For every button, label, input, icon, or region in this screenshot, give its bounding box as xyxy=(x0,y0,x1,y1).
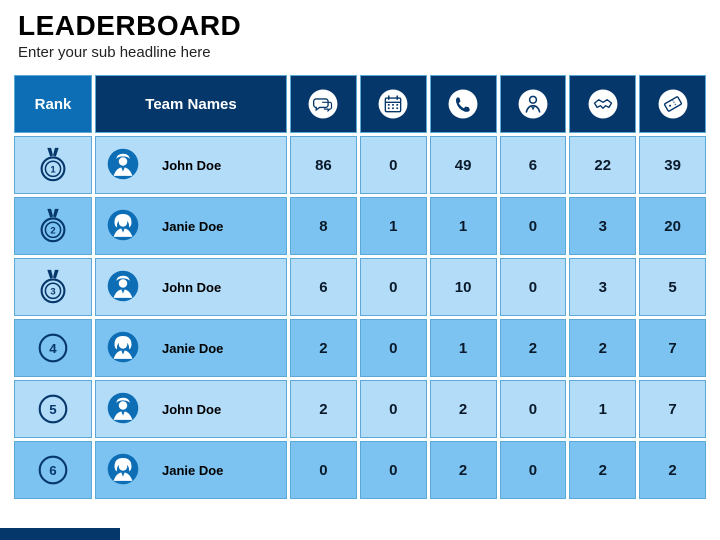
rank-cell: 3 xyxy=(14,258,92,316)
table-row: 3 John Doe 6010035 xyxy=(14,258,706,316)
value-cell: 0 xyxy=(290,441,357,499)
calendar-icon xyxy=(376,87,410,121)
value-cell: 2 xyxy=(290,380,357,438)
value-cell: 49 xyxy=(430,136,497,194)
rank-cell: 2 xyxy=(14,197,92,255)
ticket-icon xyxy=(656,87,690,121)
value-cell: 3 xyxy=(569,258,636,316)
col-chat xyxy=(290,75,357,133)
value-cell: 0 xyxy=(500,441,567,499)
team-name: Janie Doe xyxy=(162,341,223,356)
value-cell: 0 xyxy=(360,136,427,194)
value-cell: 20 xyxy=(639,197,706,255)
value-cell: 2 xyxy=(569,319,636,377)
value-cell: 2 xyxy=(639,441,706,499)
value-cell: 2 xyxy=(430,380,497,438)
rank-cell: 6 xyxy=(14,441,92,499)
value-cell: 6 xyxy=(290,258,357,316)
value-cell: 22 xyxy=(569,136,636,194)
col-calendar xyxy=(360,75,427,133)
team-cell: John Doe xyxy=(95,136,287,194)
table-row: 1 John Doe 8604962239 xyxy=(14,136,706,194)
team-name: John Doe xyxy=(162,280,221,295)
chat-icon xyxy=(306,87,340,121)
rank-cell: 5 xyxy=(14,380,92,438)
leaderboard-grid: Rank Team Names xyxy=(0,67,720,499)
avatar xyxy=(106,452,140,489)
svg-text:6: 6 xyxy=(49,463,56,478)
svg-text:1: 1 xyxy=(50,165,56,176)
value-cell: 8 xyxy=(290,197,357,255)
value-cell: 0 xyxy=(360,380,427,438)
avatar xyxy=(106,208,140,245)
svg-text:4: 4 xyxy=(49,341,57,356)
person-icon xyxy=(516,87,550,121)
value-cell: 5 xyxy=(639,258,706,316)
col-person xyxy=(500,75,567,133)
team-cell: Janie Doe xyxy=(95,319,287,377)
value-cell: 2 xyxy=(430,441,497,499)
col-rank: Rank xyxy=(14,75,92,133)
rank-cell: 4 xyxy=(14,319,92,377)
value-cell: 0 xyxy=(500,380,567,438)
team-name: Janie Doe xyxy=(162,463,223,478)
team-name: John Doe xyxy=(162,402,221,417)
page-title: LEADERBOARD xyxy=(18,10,702,42)
svg-text:2: 2 xyxy=(50,226,55,237)
value-cell: 3 xyxy=(569,197,636,255)
value-cell: 0 xyxy=(500,197,567,255)
col-phone xyxy=(430,75,497,133)
col-ticket xyxy=(639,75,706,133)
svg-text:5: 5 xyxy=(49,402,57,417)
value-cell: 10 xyxy=(430,258,497,316)
value-cell: 1 xyxy=(569,380,636,438)
value-cell: 39 xyxy=(639,136,706,194)
value-cell: 1 xyxy=(430,197,497,255)
team-name: John Doe xyxy=(162,158,221,173)
handshake-icon xyxy=(586,87,620,121)
table-row: 5 John Doe 202017 xyxy=(14,380,706,438)
value-cell: 86 xyxy=(290,136,357,194)
avatar xyxy=(106,391,140,428)
table-row: 4 Janie Doe 201227 xyxy=(14,319,706,377)
col-handshake xyxy=(569,75,636,133)
avatar xyxy=(106,147,140,184)
team-name: Janie Doe xyxy=(162,219,223,234)
footer-accent xyxy=(0,528,120,540)
value-cell: 7 xyxy=(639,319,706,377)
page-subtitle: Enter your sub headline here xyxy=(18,44,702,61)
value-cell: 1 xyxy=(430,319,497,377)
svg-text:3: 3 xyxy=(50,287,55,298)
avatar xyxy=(106,330,140,367)
value-cell: 7 xyxy=(639,380,706,438)
value-cell: 0 xyxy=(500,258,567,316)
value-cell: 2 xyxy=(290,319,357,377)
value-cell: 2 xyxy=(569,441,636,499)
team-cell: John Doe xyxy=(95,380,287,438)
phone-icon xyxy=(446,87,480,121)
value-cell: 0 xyxy=(360,441,427,499)
value-cell: 1 xyxy=(360,197,427,255)
value-cell: 0 xyxy=(360,258,427,316)
table-row: 2 Janie Doe 8110320 xyxy=(14,197,706,255)
team-cell: Janie Doe xyxy=(95,441,287,499)
table-row: 6 Janie Doe 002022 xyxy=(14,441,706,499)
header-row: Rank Team Names xyxy=(14,75,706,133)
team-cell: John Doe xyxy=(95,258,287,316)
avatar xyxy=(106,269,140,306)
value-cell: 6 xyxy=(500,136,567,194)
value-cell: 0 xyxy=(360,319,427,377)
value-cell: 2 xyxy=(500,319,567,377)
col-team: Team Names xyxy=(95,75,287,133)
rank-cell: 1 xyxy=(14,136,92,194)
team-cell: Janie Doe xyxy=(95,197,287,255)
